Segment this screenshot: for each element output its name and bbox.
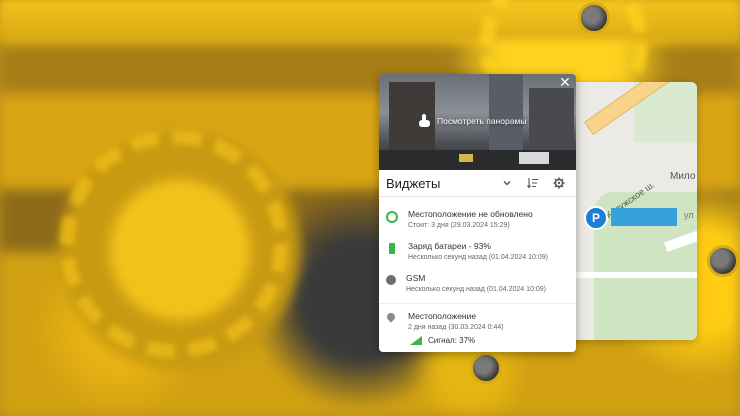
view-panorama-link[interactable]: Посмотреть панорамы [419, 114, 526, 128]
map-road [574, 272, 697, 278]
vehicle-label-marker[interactable] [611, 208, 677, 226]
widget-row-location[interactable]: Местоположение 2 дня назад (30.03.2024 0… [379, 303, 576, 349]
signal-strength: Сигнал: 37% [410, 336, 504, 345]
widgets-title: Виджеты [386, 175, 441, 191]
panorama-car [459, 154, 473, 162]
hand-pointer-icon [419, 114, 431, 128]
map-view[interactable]: Калужское ш. Мило ул P [574, 82, 697, 340]
signal-icon [410, 336, 422, 345]
widget-primary-text: GSM [406, 273, 426, 283]
widget-primary-text: Местоположение [408, 311, 477, 321]
background-bolt [707, 245, 739, 277]
signal-label: Сигнал: 37% [428, 336, 476, 345]
widgets-list: Местоположение не обновлено Стоит: 3 дня… [379, 197, 576, 349]
background-gear [60, 130, 288, 358]
widget-secondary-text: Несколько секунд назад (01.04.2024 10:09… [408, 254, 548, 261]
widget-secondary-text: Несколько секунд назад (01.04.2024 10:09… [406, 286, 546, 293]
widget-primary-text: Заряд батареи - 93% [408, 241, 491, 251]
widget-secondary-text: 2 дня назад (30.03.2024 0:44) [408, 324, 504, 331]
battery-icon [389, 243, 395, 254]
background-bolt [470, 352, 502, 384]
widget-row-gsm[interactable]: GSM Несколько секунд назад (01.04.2024 1… [379, 267, 576, 299]
widget-row-battery[interactable]: Заряд батареи - 93% Несколько секунд наз… [379, 235, 576, 267]
widget-primary-text: Местоположение не обновлено [408, 209, 533, 219]
parking-marker-icon[interactable]: P [584, 206, 608, 230]
background-bolt [578, 2, 610, 34]
panorama-building [529, 88, 574, 156]
location-pin-icon [386, 313, 398, 325]
widgets-header: Виджеты [379, 170, 576, 197]
widget-secondary-text: Стоит: 3 дня (29.03.2024 15:29) [408, 222, 510, 229]
map-street-label: Мило [670, 171, 696, 182]
widget-row-location-status[interactable]: Местоположение не обновлено Стоит: 3 дня… [379, 203, 576, 235]
close-icon[interactable]: ✕ [558, 76, 572, 90]
collapse-chevron-icon[interactable] [496, 173, 518, 193]
sort-list-icon[interactable] [522, 173, 544, 193]
panorama-preview[interactable]: Посмотреть панорамы [379, 74, 576, 170]
ring-icon [386, 211, 398, 223]
panorama-car [519, 152, 549, 164]
widgets-panel: Посмотреть панорамы Виджеты Местоположен [379, 74, 576, 352]
map-street-label: ул [684, 210, 694, 220]
gear-icon[interactable] [548, 173, 570, 193]
view-panorama-label: Посмотреть панорамы [437, 116, 527, 126]
gsm-dot-icon [386, 275, 396, 285]
